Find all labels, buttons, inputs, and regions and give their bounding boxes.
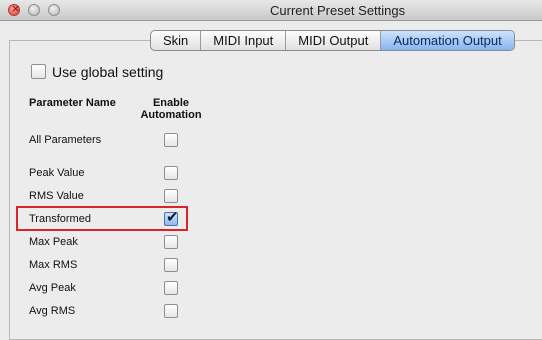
param-label-max-rms: Max RMS	[29, 259, 78, 271]
param-label-all-parameters: All Parameters	[29, 134, 102, 146]
enable-automation-header: Enable Automation	[135, 97, 207, 121]
enable-header-line2: Automation	[140, 109, 202, 121]
tab-skin[interactable]: Skin	[151, 31, 202, 50]
transformed-row-highlight	[16, 206, 188, 231]
param-label-avg-rms: Avg RMS	[29, 305, 76, 317]
param-label-peak-value: Peak Value	[29, 167, 85, 179]
enable-checkbox-avg-peak[interactable]	[164, 281, 178, 295]
minimize-window-icon[interactable]	[28, 4, 40, 16]
enable-header-line1: Enable	[152, 97, 190, 109]
use-global-setting-label: Use global setting	[52, 64, 164, 80]
enable-checkbox-all-parameters[interactable]	[164, 133, 178, 147]
enable-checkbox-rms-value[interactable]	[164, 189, 178, 203]
title-bar: Current Preset Settings	[0, 0, 542, 21]
param-label-avg-peak: Avg Peak	[29, 282, 76, 294]
tab-midi-output[interactable]: MIDI Output	[286, 31, 382, 50]
enable-checkbox-max-rms[interactable]	[164, 258, 178, 272]
enable-checkbox-peak-value[interactable]	[164, 166, 178, 180]
window-title: Current Preset Settings	[270, 3, 406, 18]
use-global-setting-checkbox[interactable]	[31, 64, 46, 79]
settings-panel	[9, 40, 542, 340]
tab-automation-output[interactable]: Automation Output	[381, 31, 514, 50]
parameter-name-header: Parameter Name	[29, 97, 116, 109]
tab-midi-input[interactable]: MIDI Input	[201, 31, 287, 50]
enable-checkbox-max-peak[interactable]	[164, 235, 178, 249]
param-label-rms-value: RMS Value	[29, 190, 84, 202]
zoom-window-icon[interactable]	[48, 4, 60, 16]
enable-checkbox-avg-rms[interactable]	[164, 304, 178, 318]
param-label-max-peak: Max Peak	[29, 236, 78, 248]
close-window-icon[interactable]	[8, 2, 20, 16]
tab-bar: Skin MIDI Input MIDI Output Automation O…	[150, 30, 515, 51]
